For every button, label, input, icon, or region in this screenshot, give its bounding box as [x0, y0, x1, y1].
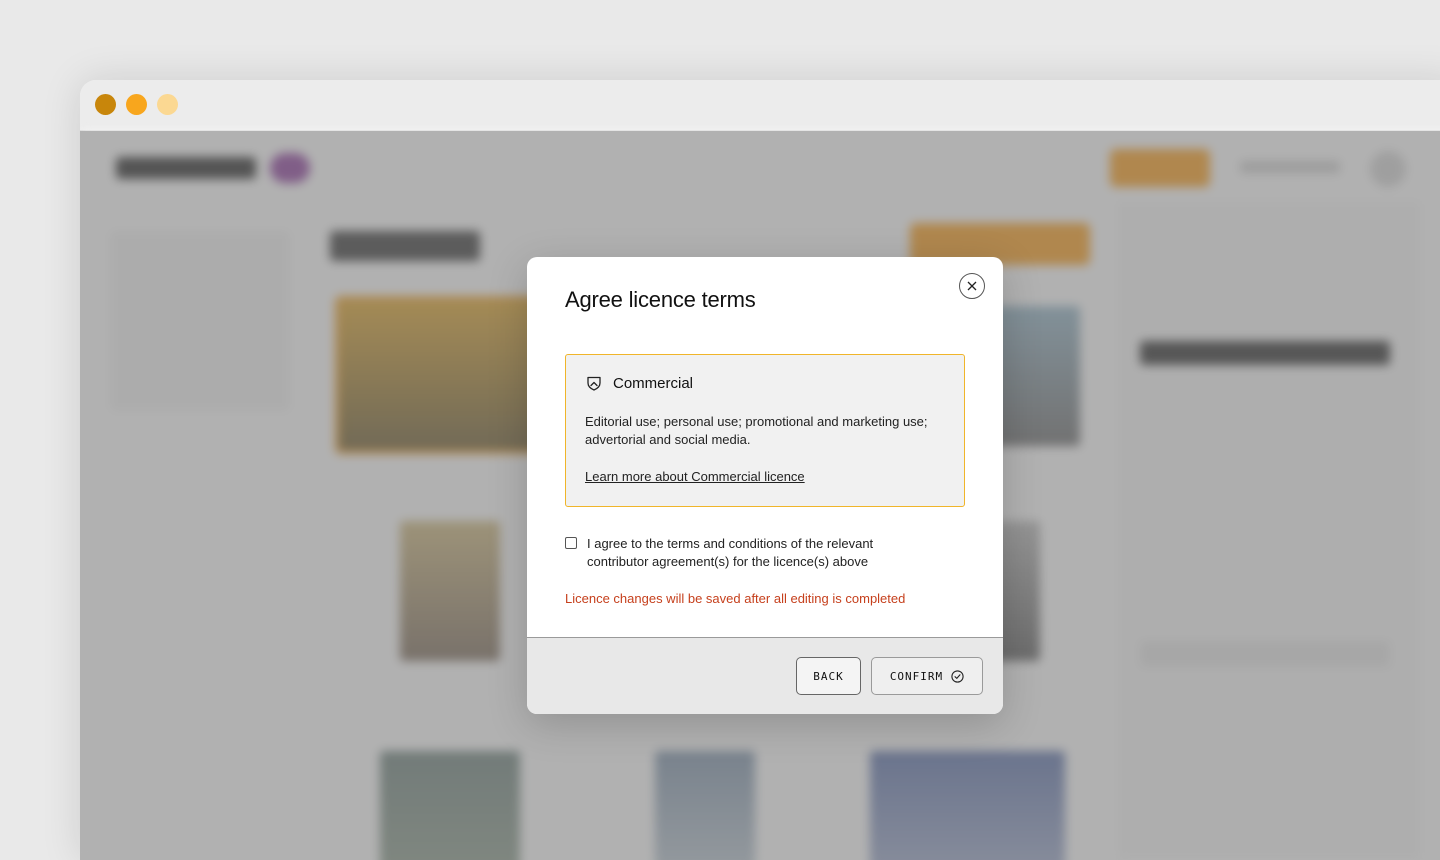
- close-button[interactable]: [959, 273, 985, 299]
- learn-more-link[interactable]: Learn more about Commercial licence: [585, 469, 805, 484]
- shield-icon: [585, 374, 604, 393]
- check-circle-icon: [951, 669, 964, 683]
- agreement-text[interactable]: I agree to the terms and conditions of t…: [587, 535, 927, 571]
- agree-checkbox[interactable]: [565, 537, 577, 549]
- back-button-label: BACK: [813, 669, 844, 683]
- licence-terms-dialog: Agree licence terms Commercial Editorial…: [527, 257, 1003, 714]
- back-button[interactable]: BACK: [796, 657, 861, 695]
- window-minimize-light[interactable]: [126, 94, 147, 115]
- licence-description: Editorial use; personal use; promotional…: [585, 414, 928, 447]
- licence-card-header: Commercial: [585, 374, 693, 393]
- licence-card: Commercial Editorial use; personal use; …: [565, 354, 965, 507]
- dialog-footer: BACK CONFIRM: [527, 637, 1003, 714]
- window-zoom-light[interactable]: [157, 94, 178, 115]
- save-notice: Licence changes will be saved after all …: [565, 591, 906, 606]
- licence-name: Commercial: [613, 375, 694, 392]
- window-titlebar: [80, 80, 1440, 131]
- close-icon: [967, 281, 977, 291]
- confirm-button-label: CONFIRM: [889, 669, 944, 683]
- confirm-button[interactable]: CONFIRM: [871, 657, 983, 695]
- window-close-light[interactable]: [95, 94, 116, 115]
- dialog-title: Agree licence terms: [565, 287, 756, 312]
